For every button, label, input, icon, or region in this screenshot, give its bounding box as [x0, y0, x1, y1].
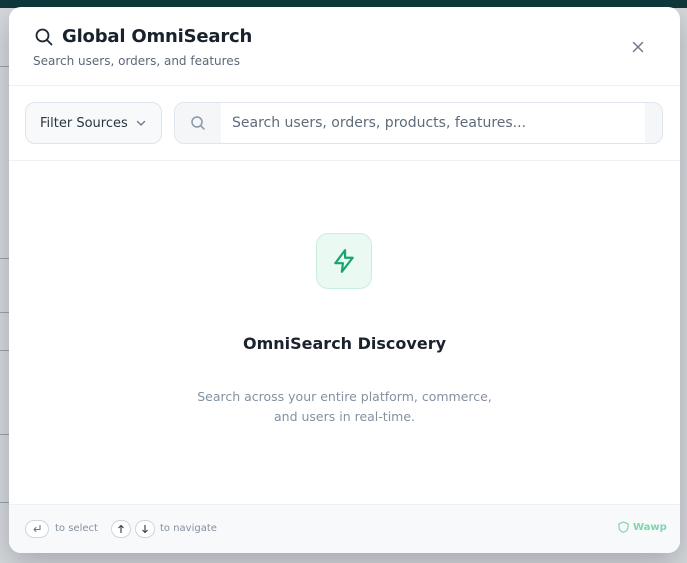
- enter-icon: [33, 524, 41, 533]
- filter-sources-dropdown[interactable]: Filter Sources: [25, 102, 162, 144]
- search-icon: [34, 27, 54, 47]
- select-hint: to select: [55, 523, 98, 534]
- arrow-up-key-hint: [111, 520, 131, 538]
- omnisearch-modal: Global OmniSearch Search users, orders, …: [9, 7, 680, 553]
- arrow-down-key-hint: [135, 520, 155, 538]
- close-button[interactable]: [628, 37, 648, 57]
- zap-icon: [316, 233, 372, 289]
- search-input-icon-wrap: [175, 103, 221, 143]
- filter-sources-label: Filter Sources: [40, 115, 128, 131]
- brand-name: Wawp: [633, 521, 667, 533]
- search-icon: [191, 116, 205, 130]
- close-icon: [632, 41, 644, 53]
- modal-title: Global OmniSearch: [62, 26, 253, 47]
- chevron-down-icon: [136, 120, 146, 126]
- enter-key-hint: [25, 520, 49, 538]
- search-box[interactable]: [174, 102, 663, 144]
- modal-footer: to select to navigate Wawp: [9, 504, 680, 553]
- modal-header: Global OmniSearch Search users, orders, …: [9, 7, 680, 86]
- empty-state-title: OmniSearch Discovery: [242, 334, 447, 353]
- arrow-up-icon: [118, 524, 124, 533]
- title-row: Global OmniSearch: [34, 26, 252, 47]
- empty-state: OmniSearch Discovery Search across your …: [9, 162, 680, 504]
- modal-subtitle: Search users, orders, and features: [33, 54, 240, 68]
- shield-icon: [618, 521, 629, 533]
- brand-badge: Wawp: [618, 521, 667, 533]
- search-input-end: [645, 103, 662, 143]
- navigate-hint: to navigate: [160, 523, 217, 534]
- arrow-down-icon: [142, 525, 148, 534]
- search-input[interactable]: [221, 103, 646, 143]
- empty-state-description: Search across your entire platform, comm…: [197, 389, 492, 424]
- search-toolbar: Filter Sources: [9, 87, 680, 161]
